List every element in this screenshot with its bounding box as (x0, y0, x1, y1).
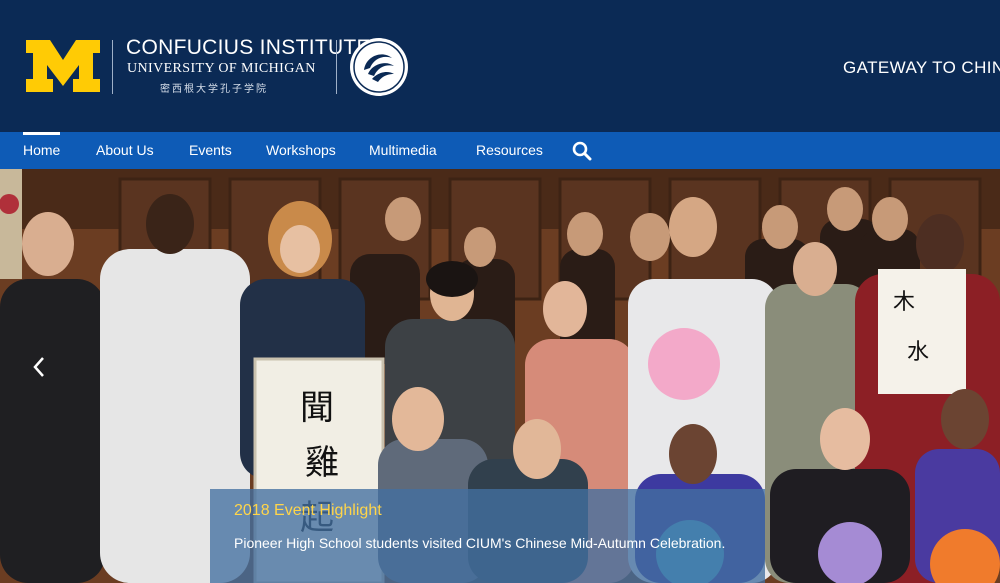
university-name: UNIVERSITY OF MICHIGAN (127, 61, 316, 76)
header-divider (336, 40, 337, 94)
nav-item-workshops[interactable]: Workshops (266, 132, 336, 169)
nav-item-home[interactable]: Home (23, 132, 61, 169)
chinese-name: 密西根大学孔子学院 (160, 84, 268, 95)
nav-item-about-us[interactable]: About Us (96, 132, 154, 169)
main-navigation: Home About Us Events Workshops Multimedi… (0, 132, 1000, 169)
block-m-logo[interactable] (26, 40, 100, 92)
svg-text:聞: 聞 (300, 388, 334, 428)
caption-title[interactable]: 2018 Event Highlight (234, 502, 382, 520)
slide-caption: 2018 Event Highlight Pioneer High School… (210, 489, 765, 583)
svg-text:水: 水 (907, 340, 929, 365)
confucius-institute-emblem-icon (350, 38, 408, 96)
search-icon[interactable] (572, 141, 592, 161)
nav-item-resources[interactable]: Resources (476, 132, 543, 169)
caption-text: Pioneer High School students visited CIU… (234, 535, 726, 551)
site-header: CONFUCIUS INSTITUTE UNIVERSITY OF MICHIG… (0, 0, 1000, 132)
header-divider (112, 40, 113, 94)
nav-item-multimedia[interactable]: Multimedia (369, 132, 437, 169)
svg-text:雞: 雞 (305, 443, 339, 483)
svg-text:木: 木 (893, 290, 915, 315)
chevron-left-icon[interactable] (30, 355, 48, 379)
hero-slider[interactable]: 木 水 聞 雞 起 2018 Event Highlight Pioneer H… (0, 169, 1000, 583)
institute-title[interactable]: CONFUCIUS INSTITUTE (126, 36, 371, 60)
nav-item-events[interactable]: Events (189, 132, 232, 169)
gateway-tagline: GATEWAY TO CHINE (843, 58, 1000, 77)
